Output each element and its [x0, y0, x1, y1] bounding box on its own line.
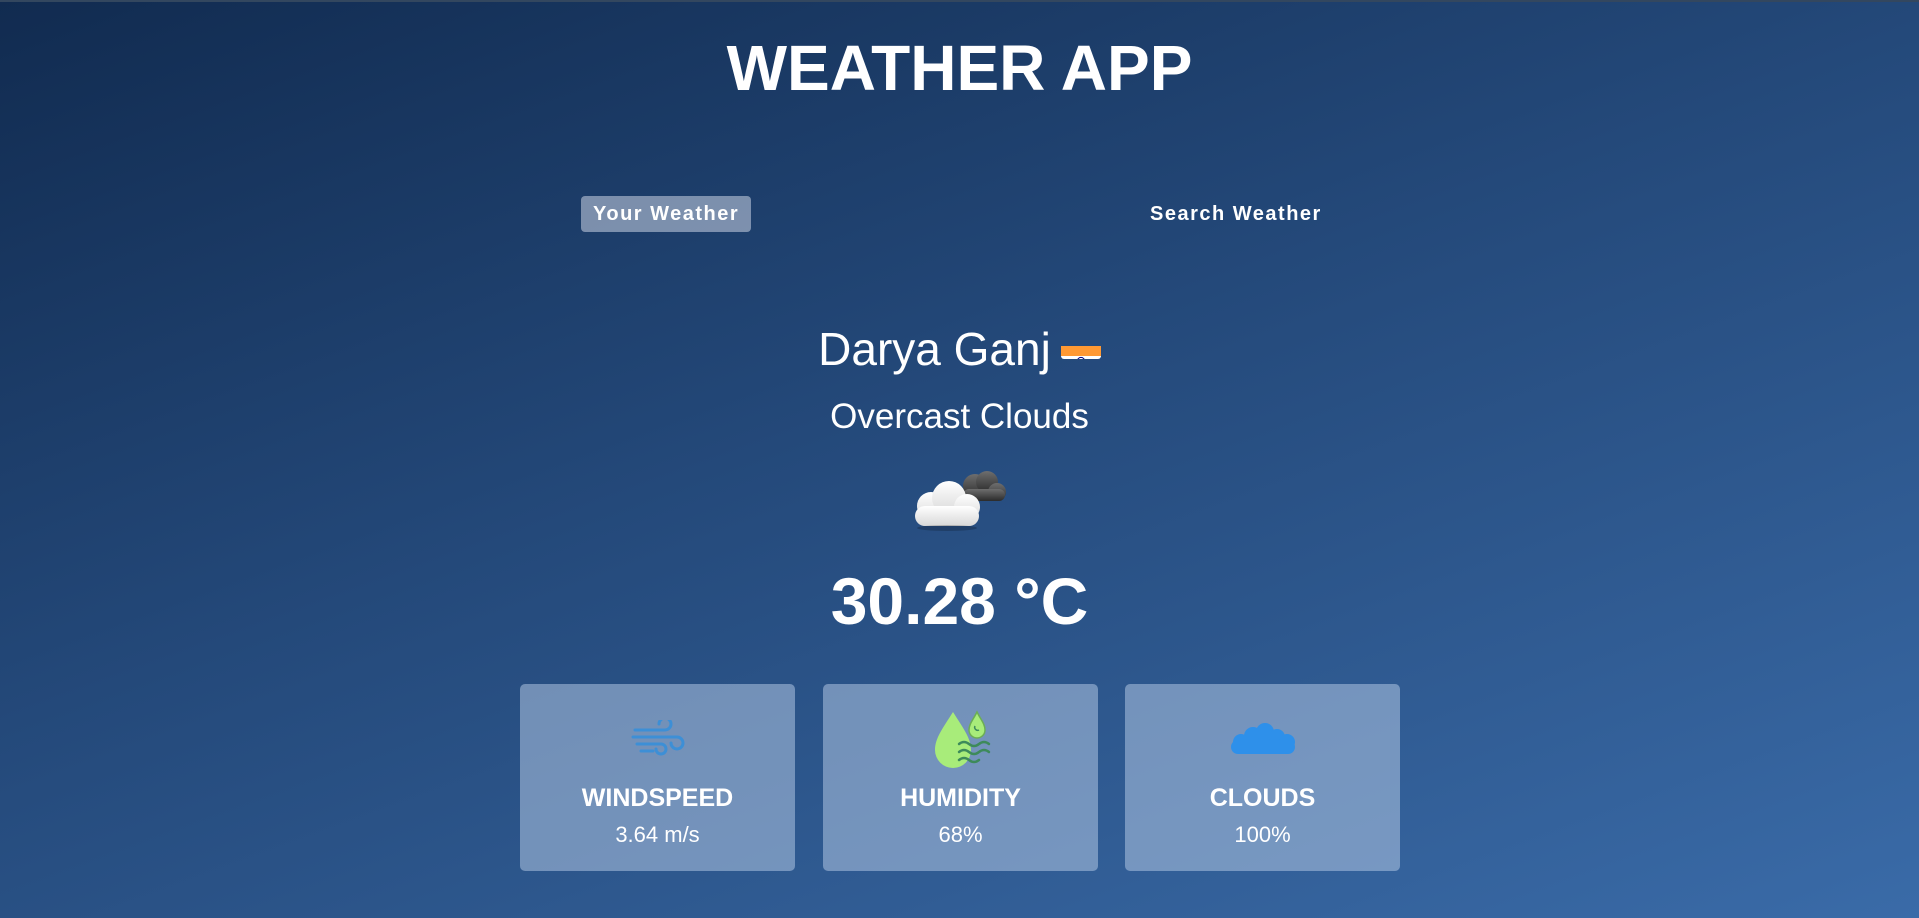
wind-icon — [520, 716, 795, 761]
top-border — [0, 0, 1919, 2]
tab-your-weather[interactable]: Your Weather — [581, 196, 752, 232]
temperature: 30.28 °C — [830, 564, 1089, 638]
windspeed-card: WINDSPEED 3.64 m/s — [520, 684, 795, 871]
clouds-icon — [1125, 722, 1400, 761]
humidity-icon — [823, 708, 1098, 775]
tab-search-weather[interactable]: Search Weather — [1138, 196, 1334, 232]
windspeed-label: WINDSPEED — [581, 784, 734, 812]
humidity-card: HUMIDITY 68% — [823, 684, 1098, 871]
clouds-value: 100% — [1234, 822, 1291, 847]
windspeed-value: 3.64 m/s — [615, 822, 700, 847]
clouds-label: CLOUDS — [1209, 784, 1316, 812]
india-flag-icon — [1060, 329, 1101, 359]
humidity-label: HUMIDITY — [900, 784, 1021, 812]
weather-description: Overcast Clouds — [830, 397, 1089, 436]
overcast-clouds-icon — [905, 462, 1015, 532]
city-name: Darya Ganj — [818, 323, 1051, 375]
app-title: WEATHER APP — [726, 32, 1193, 104]
clouds-card: CLOUDS 100% — [1125, 684, 1400, 871]
city-row: Darya Ganj — [0, 318, 1919, 380]
humidity-value: 68% — [938, 822, 983, 847]
